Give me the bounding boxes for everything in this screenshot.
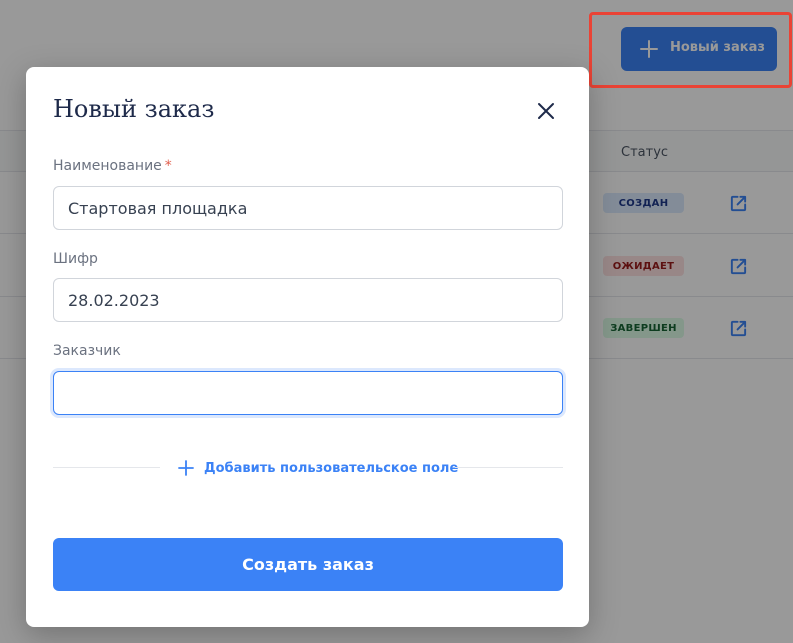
required-mark: * (164, 158, 172, 174)
close-icon[interactable] (535, 100, 557, 122)
plus-icon (178, 460, 194, 476)
create-order-button[interactable]: Создать заказ (53, 538, 563, 591)
cipher-input[interactable] (53, 278, 563, 322)
create-order-button-label: Создать заказ (242, 555, 374, 574)
new-order-dialog: Новый заказ Наименование* Шифр Заказчик … (26, 67, 589, 627)
customer-field-label: Заказчик (53, 343, 121, 359)
highlight-annotation (589, 12, 792, 88)
name-input[interactable] (53, 186, 563, 230)
cipher-field-label: Шифр (53, 251, 98, 267)
divider-left (53, 467, 160, 468)
customer-input[interactable] (53, 371, 563, 415)
divider-right (455, 467, 563, 468)
dialog-title: Новый заказ (53, 95, 215, 123)
add-custom-field-label: Добавить пользовательское поле (204, 460, 459, 476)
name-field-label: Наименование * (53, 158, 172, 174)
name-label-text: Наименование (53, 158, 162, 174)
add-custom-field-button[interactable]: Добавить пользовательское поле (178, 458, 458, 478)
